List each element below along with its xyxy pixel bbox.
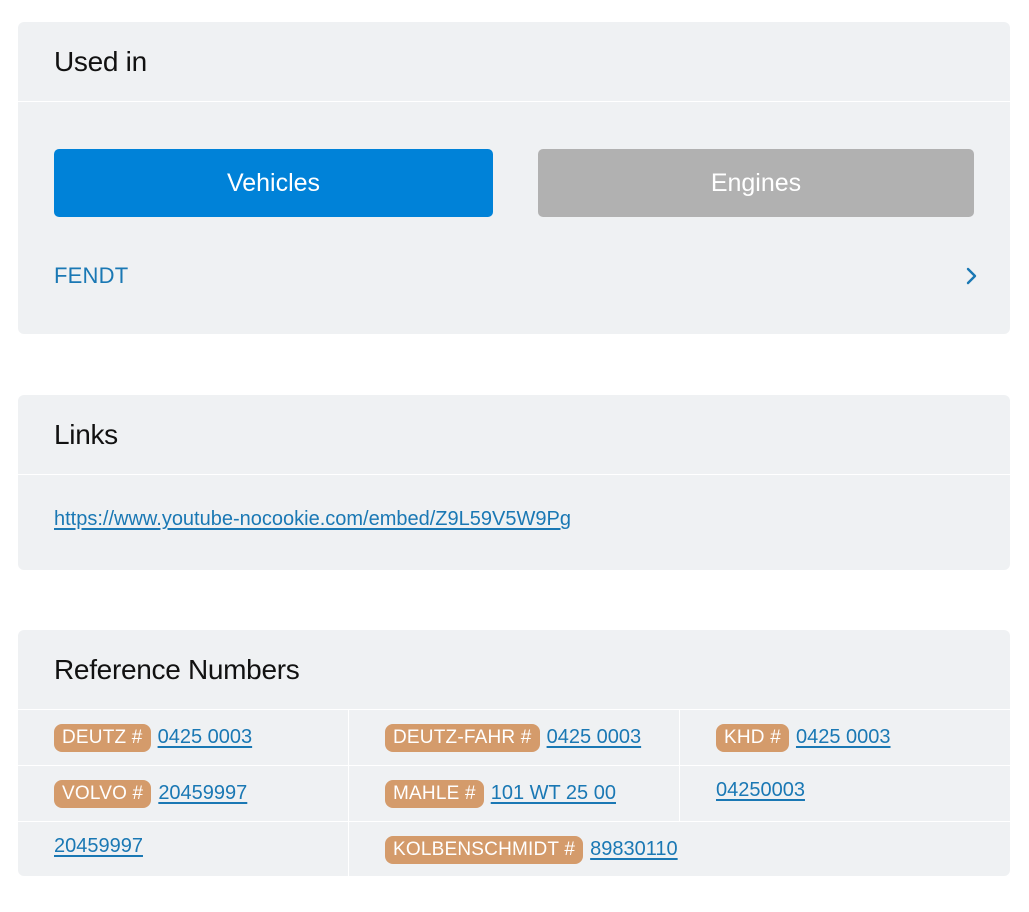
reference-row: 20459997 KOLBENSCHMIDT # 89830110 <box>18 821 1010 876</box>
reference-cell: VOLVO # 20459997 <box>18 766 348 821</box>
reference-cell: 20459997 <box>18 822 348 876</box>
reference-number-link[interactable]: 101 WT 25 00 <box>491 782 616 805</box>
reference-cell: MAHLE # 101 WT 25 00 <box>348 766 679 821</box>
reference-cell: KOLBENSCHMIDT # 89830110 <box>348 822 679 876</box>
reference-numbers-title: Reference Numbers <box>54 653 300 685</box>
reference-number-link[interactable]: 0425 0003 <box>796 726 891 749</box>
reference-grid: DEUTZ # 0425 0003 DEUTZ-FAHR # 0425 0003… <box>18 710 1010 876</box>
manufacturer-tag: MAHLE # <box>385 779 484 808</box>
reference-number-link[interactable]: 0425 0003 <box>547 726 642 749</box>
links-title: Links <box>54 418 118 450</box>
used-in-card: Used in Vehicles Engines FENDT <box>18 22 1010 334</box>
reference-cell: KHD # 0425 0003 <box>679 710 1010 765</box>
reference-cell: DEUTZ-FAHR # 0425 0003 <box>348 710 679 765</box>
used-in-title: Used in <box>54 45 147 77</box>
brand-item-label: FENDT <box>54 263 129 288</box>
manufacturer-tag: VOLVO # <box>54 779 152 808</box>
reference-numbers-card: Reference Numbers DEUTZ # 0425 0003 DEUT… <box>18 630 1010 876</box>
used-in-header: Used in <box>18 22 1010 102</box>
links-card: Links https://www.youtube-nocookie.com/e… <box>18 395 1010 570</box>
vehicles-tab-button[interactable]: Vehicles <box>54 149 493 217</box>
reference-row: DEUTZ # 0425 0003 DEUTZ-FAHR # 0425 0003… <box>18 710 1010 765</box>
links-header: Links <box>18 395 1010 475</box>
link-item: https://www.youtube-nocookie.com/embed/Z… <box>54 508 571 531</box>
reference-row: VOLVO # 20459997 MAHLE # 101 WT 25 00 04… <box>18 765 1010 821</box>
reference-numbers-header: Reference Numbers <box>18 630 1010 710</box>
reference-number-link[interactable]: 20459997 <box>158 782 247 805</box>
engines-tab-label: Engines <box>710 168 802 197</box>
reference-cell: 04250003 <box>679 766 1010 821</box>
engines-tab-button[interactable]: Engines <box>538 149 974 217</box>
reference-number-link[interactable]: 89830110 <box>590 838 678 861</box>
reference-number-link[interactable]: 20459997 <box>54 835 143 858</box>
manufacturer-tag: DEUTZ-FAHR # <box>385 723 540 752</box>
manufacturer-tag: KHD # <box>716 723 789 752</box>
reference-number-link[interactable]: 04250003 <box>716 779 805 802</box>
manufacturer-tag: KOLBENSCHMIDT # <box>385 835 584 864</box>
reference-cell: DEUTZ # 0425 0003 <box>18 710 348 765</box>
brand-item-fendt[interactable]: FENDT <box>54 260 980 292</box>
vehicles-tab-label: Vehicles <box>226 168 321 197</box>
youtube-link[interactable]: https://www.youtube-nocookie.com/embed/Z… <box>54 508 571 530</box>
chevron-right-icon <box>966 267 977 285</box>
manufacturer-tag: DEUTZ # <box>54 723 151 752</box>
reference-number-link[interactable]: 0425 0003 <box>158 726 253 749</box>
